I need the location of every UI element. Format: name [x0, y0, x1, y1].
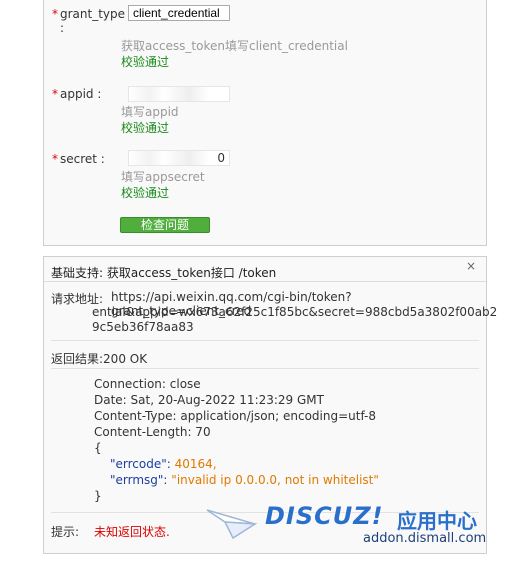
appid-label: appid : [60, 87, 102, 101]
header-line: Content-Type: application/json; encoding… [94, 409, 376, 423]
request-url-line3: 9c5eb36f78aa83 [92, 320, 194, 334]
check-issue-button[interactable]: 检查问题 [120, 217, 210, 233]
secret-input-tail: 0 [217, 151, 225, 165]
appid-hint: 填写appid [121, 105, 179, 119]
json-errcode-line: "errcode": 40164, [94, 456, 379, 472]
watermark-url: addon.dismall.com [363, 531, 487, 546]
result-title: 基础支持: 获取access_token接口 /token [51, 266, 277, 280]
watermark-brand: DISCUZ! [265, 502, 384, 530]
json-open: { [94, 441, 102, 455]
required-mark: * [52, 7, 58, 21]
json-key: "errcode": [110, 457, 171, 471]
secret-hint: 填写appsecret [121, 170, 205, 184]
secret-label: secret : [60, 152, 105, 166]
grant-type-input[interactable] [128, 5, 230, 21]
api-form-panel: * grant_type : 获取access_token填写client_cr… [43, 0, 487, 246]
json-key: "errmsg": [110, 473, 168, 487]
header-line: Connection: close [94, 377, 201, 391]
grant-type-hint: 获取access_token填写client_credential [121, 39, 348, 53]
tip-value: 未知返回状态. [94, 525, 170, 539]
secret-input[interactable]: 0 [128, 150, 230, 166]
tip-label: 提示: [51, 525, 80, 539]
request-url-line2: ential&appid=wx673a62f25c1f85bc&secret=9… [92, 305, 498, 319]
required-mark: * [52, 152, 58, 166]
watermark-brand-cn: 应用中心 [397, 509, 477, 533]
json-value: 40164, [174, 457, 217, 471]
required-mark: * [52, 87, 58, 101]
grant-type-label: grant_type [60, 7, 126, 21]
header-line: Date: Sat, 20-Aug-2022 11:23:29 GMT [94, 393, 324, 407]
discuz-watermark: DISCUZ! 应用中心 addon.dismall.com [205, 502, 495, 552]
divider [51, 368, 479, 369]
grant-type-colon: : [60, 21, 65, 35]
json-value: "invalid ip 0.0.0.0, not in whitelist" [171, 473, 379, 487]
grant-type-status: 校验通过 [121, 55, 170, 69]
close-icon[interactable]: × [466, 259, 476, 273]
response-status: 返回结果:200 OK [51, 352, 148, 366]
divider [51, 340, 479, 341]
header-line: Content-Length: 70 [94, 425, 211, 439]
title-divider [44, 281, 486, 282]
secret-status: 校验通过 [121, 186, 170, 200]
appid-input[interactable] [128, 86, 230, 102]
response-body: Connection: close Date: Sat, 20-Aug-2022… [94, 376, 379, 504]
appid-status: 校验通过 [121, 121, 170, 135]
json-errmsg-line: "errmsg": "invalid ip 0.0.0.0, not in wh… [94, 472, 379, 488]
